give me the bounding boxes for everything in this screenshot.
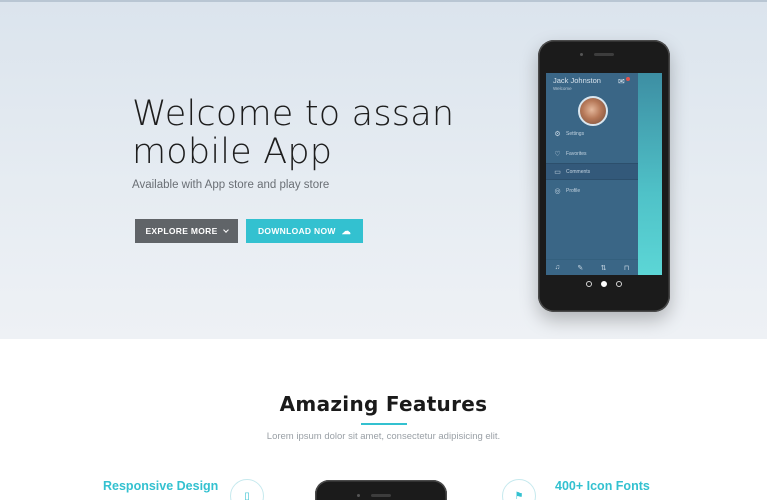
carousel-dot[interactable] [586, 281, 592, 287]
screen-user-name: Jack Johnston [553, 76, 601, 85]
screen-menu-label: Comments [566, 168, 591, 175]
phone-speaker [594, 53, 614, 56]
feature-icons-title: 400+ Icon Fonts [555, 479, 650, 493]
phone-screen: Jack Johnston Welcome ✉ ⚙ Settings ♡ Fav… [546, 73, 662, 275]
phone-speaker [371, 494, 391, 497]
top-border [0, 0, 767, 2]
screen-menu-item-settings: ⚙ Settings [546, 125, 638, 142]
download-now-button[interactable]: DOWNLOAD NOW ☁ [246, 219, 363, 243]
gear-icon: ⚙ [554, 130, 561, 138]
feature-responsive-title: Responsive Design [103, 479, 219, 493]
edit-icon: ✎ [577, 264, 584, 272]
mobile-icon: ▯ [230, 479, 264, 500]
explore-more-label: EXPLORE MORE [145, 226, 218, 236]
lock-icon: ⊓ [623, 264, 630, 272]
mail-icon: ✉ [618, 77, 625, 86]
notification-dot [626, 77, 630, 81]
phone-mockup: Jack Johnston Welcome ✉ ⚙ Settings ♡ Fav… [538, 40, 670, 312]
screen-menu-item-favorites: ♡ Favorites [546, 145, 638, 162]
heart-icon: ♡ [554, 150, 561, 158]
screen-bottom-bar: ♫ ✎ ⇅ ⊓ [546, 259, 638, 275]
features-subtitle: Lorem ipsum dolor sit amet, consectetur … [266, 431, 501, 442]
carousel-pager [586, 281, 622, 287]
screen-menu-label: Favorites [566, 150, 587, 157]
screen-menu-label: Profile [566, 187, 581, 194]
sliders-icon: ⇅ [600, 264, 607, 272]
screen-menu-label: Settings [566, 130, 585, 137]
chevron-down-icon [222, 226, 229, 233]
screen-greeting: Welcome [553, 86, 572, 91]
comment-icon: ▭ [554, 168, 561, 176]
hero-title: Welcome to assan mobile App [132, 94, 455, 172]
avatar [578, 96, 608, 126]
cloud-download-icon: ☁ [341, 225, 352, 236]
download-now-label: DOWNLOAD NOW [257, 226, 336, 236]
hero-subtitle: Available with App store and play store [132, 179, 330, 191]
phone-camera [580, 53, 583, 56]
features-title: Amazing Features [279, 392, 488, 416]
flag-icon: ⚑ [502, 479, 536, 500]
carousel-dot-active[interactable] [601, 281, 607, 287]
phone-mockup-features [315, 480, 447, 500]
hero-section: Welcome to assan mobile App Available wi… [0, 0, 767, 339]
carousel-dot[interactable] [616, 281, 622, 287]
screen-side-panel [638, 73, 662, 275]
explore-more-button[interactable]: EXPLORE MORE [135, 219, 238, 243]
screen-menu-item-comments: ▭ Comments [546, 163, 638, 180]
phone-camera [357, 494, 360, 497]
features-divider [361, 423, 407, 425]
screen-menu-item-profile: ◎ Profile [546, 182, 638, 199]
user-icon: ◎ [554, 187, 561, 195]
bell-icon: ♫ [554, 264, 560, 271]
